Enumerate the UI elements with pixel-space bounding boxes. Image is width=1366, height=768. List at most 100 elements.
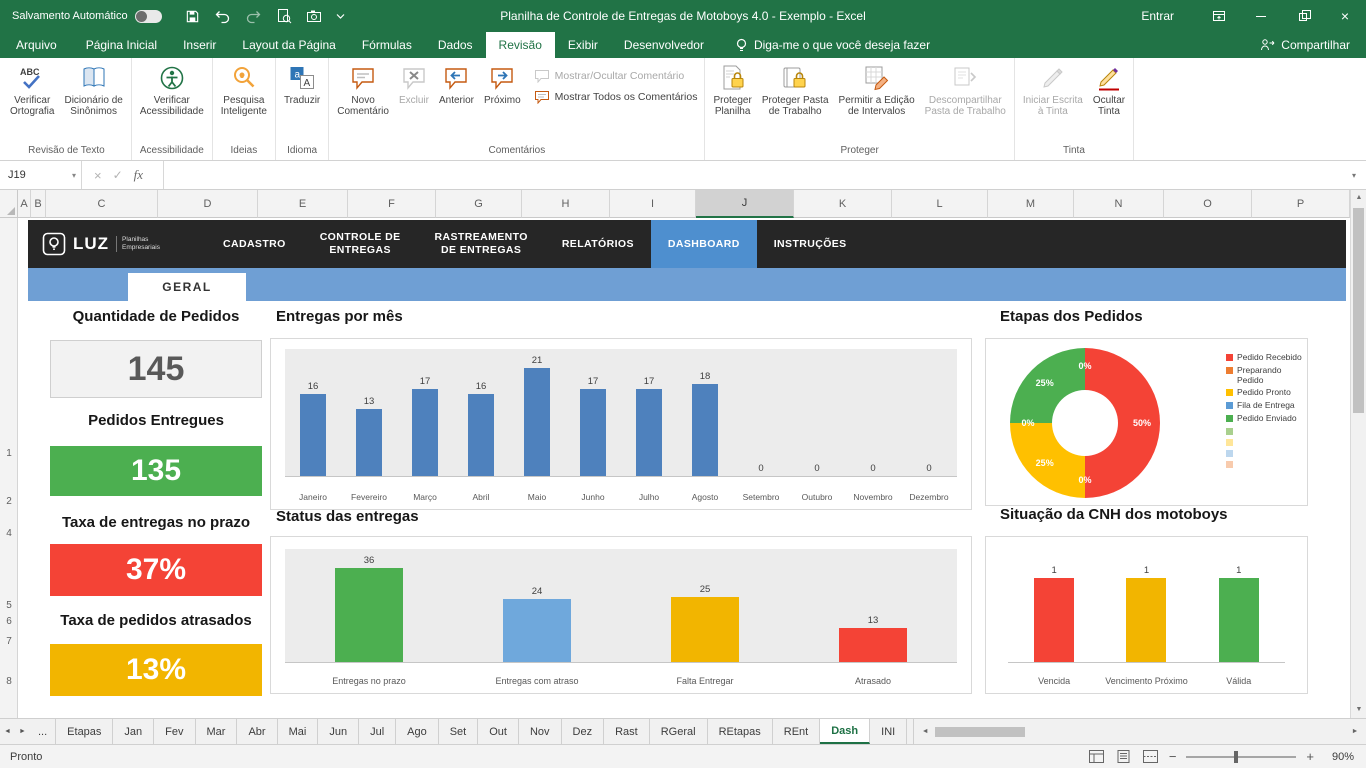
sheet-tab-jun[interactable]: Jun <box>318 719 359 744</box>
column-header-a[interactable]: A <box>18 190 31 218</box>
zoom-out-button[interactable]: − <box>1169 749 1177 764</box>
name-box-chevron-icon[interactable]: ▾ <box>72 171 76 180</box>
ribbon-tab-layout-da-pagina[interactable]: Layout da Página <box>229 32 348 58</box>
page-layout-view-button[interactable] <box>1115 749 1132 764</box>
sheet-tab-mar[interactable]: Mar <box>196 719 238 744</box>
column-header-g[interactable]: G <box>436 190 522 218</box>
ribbon-button-verificar-ortografia[interactable]: ABCVerificar Ortografia <box>5 59 59 120</box>
column-header-c[interactable]: C <box>46 190 158 218</box>
scroll-right-icon[interactable]: ► <box>1347 728 1363 735</box>
ribbon-tab-pagina-inicial[interactable]: Página Inicial <box>73 32 170 58</box>
minimize-button[interactable] <box>1240 0 1282 32</box>
share-button[interactable]: Compartilhar <box>1260 32 1366 58</box>
save-icon[interactable] <box>185 9 200 24</box>
row-header-2[interactable]: 2 <box>0 496 18 507</box>
sheet-tab-jul[interactable]: Jul <box>359 719 396 744</box>
sign-in-button[interactable]: Entrar <box>1117 9 1198 23</box>
sheet-tab-ago[interactable]: Ago <box>396 719 439 744</box>
row-header-6[interactable]: 6 <box>0 616 18 627</box>
autosave-toggle[interactable] <box>135 10 162 23</box>
zoom-level[interactable]: 90% <box>1324 751 1354 763</box>
zoom-in-button[interactable]: + <box>1306 749 1314 764</box>
sheet-tab-abr[interactable]: Abr <box>237 719 277 744</box>
ribbon-button-anterior[interactable]: Anterior <box>434 59 479 109</box>
sheet-tab-dash[interactable]: Dash <box>820 719 870 744</box>
ribbon-button-pesquisa-inteligente[interactable]: Pesquisa Inteligente <box>216 59 272 120</box>
sheet-tab-nov[interactable]: Nov <box>519 719 562 744</box>
nav-item-instrucoes[interactable]: INSTRUÇÕES <box>757 220 864 268</box>
ribbon-button-mostrar-todos-os-comentarios[interactable]: Mostrar Todos os Comentários <box>534 90 698 104</box>
tab-splitter[interactable] <box>907 719 914 744</box>
vertical-scroll-thumb[interactable] <box>1353 208 1364 413</box>
row-header-8[interactable]: 8 <box>0 676 18 687</box>
column-header-l[interactable]: L <box>892 190 988 218</box>
ribbon-tab-inserir[interactable]: Inserir <box>170 32 229 58</box>
column-header-j[interactable]: J <box>696 190 794 218</box>
column-header-f[interactable]: F <box>348 190 436 218</box>
row-header-4[interactable]: 4 <box>0 528 18 539</box>
select-all-corner[interactable] <box>0 190 18 218</box>
normal-view-button[interactable] <box>1088 749 1105 764</box>
sheet-tab-overflow[interactable]: ... <box>30 719 56 744</box>
sheet-tab-jan[interactable]: Jan <box>113 719 154 744</box>
sheet-tab-rgeral[interactable]: RGeral <box>650 719 708 744</box>
ribbon-button-proteger-pasta-de-trabalho[interactable]: Proteger Pasta de Trabalho <box>757 59 834 120</box>
vertical-scrollbar[interactable]: ▲ ▼ <box>1350 190 1366 718</box>
ribbon-tab-revisao[interactable]: Revisão <box>486 32 555 58</box>
page-break-view-button[interactable] <box>1142 749 1159 764</box>
insert-function-icon[interactable]: fx <box>134 167 143 183</box>
ribbon-tab-exibir[interactable]: Exibir <box>555 32 611 58</box>
ribbon-button-dicionario-de-sinonimos[interactable]: Dicionário de Sinônimos <box>59 59 127 120</box>
nav-item-controle-de-entregas[interactable]: CONTROLE DE ENTREGAS <box>303 220 418 268</box>
column-header-m[interactable]: M <box>988 190 1074 218</box>
sheet-nav-left-icon[interactable]: ◄ <box>0 719 15 744</box>
sheet-tab-rent[interactable]: REnt <box>773 719 820 744</box>
formula-bar-expand-icon[interactable]: ▾ <box>1342 161 1366 189</box>
scroll-up-icon[interactable]: ▲ <box>1351 190 1366 206</box>
sheet-nav-right-icon[interactable]: ► <box>15 719 30 744</box>
nav-item-rastreamento-de-entregas[interactable]: RASTREAMENTO DE ENTREGAS <box>418 220 545 268</box>
sheet-tab-dez[interactable]: Dez <box>562 719 605 744</box>
zoom-slider[interactable] <box>1186 756 1296 758</box>
column-header-b[interactable]: B <box>31 190 46 218</box>
sheet-tab-rast[interactable]: Rast <box>604 719 650 744</box>
sheet-tab-retapas[interactable]: REtapas <box>708 719 773 744</box>
column-header-n[interactable]: N <box>1074 190 1164 218</box>
ribbon-display-options-icon[interactable] <box>1198 0 1240 32</box>
ribbon-button-proximo[interactable]: Próximo <box>479 59 526 109</box>
sheet-tab-ini[interactable]: INI <box>870 719 907 744</box>
horizontal-scroll-thumb[interactable] <box>935 727 1025 737</box>
column-header-d[interactable]: D <box>158 190 258 218</box>
ribbon-button-ocultar-tinta[interactable]: Ocultar Tinta <box>1088 59 1130 120</box>
ribbon-tab-formulas[interactable]: Fórmulas <box>349 32 425 58</box>
row-header-7[interactable]: 7 <box>0 636 18 647</box>
print-preview-icon[interactable] <box>276 8 292 24</box>
restore-button[interactable] <box>1282 0 1324 32</box>
ribbon-button-permitir-a-edicao-de-intervalos[interactable]: Permitir a Edição de Intervalos <box>834 59 920 120</box>
tell-me-box[interactable]: Diga-me o que você deseja fazer <box>735 32 930 58</box>
ribbon-tab-arquivo[interactable]: Arquivo <box>0 32 73 58</box>
ribbon-button-verificar-acessibilidade[interactable]: Verificar Acessibilidade <box>135 59 209 120</box>
ribbon-button-novo-comentario[interactable]: Novo Comentário <box>332 59 394 120</box>
column-header-k[interactable]: K <box>794 190 892 218</box>
ribbon-tab-desenvolvedor[interactable]: Desenvolvedor <box>611 32 717 58</box>
close-button[interactable]: × <box>1324 0 1366 32</box>
column-header-i[interactable]: I <box>610 190 696 218</box>
camera-icon[interactable] <box>306 9 322 23</box>
column-header-e[interactable]: E <box>258 190 348 218</box>
ribbon-button-proteger-planilha[interactable]: Proteger Planilha <box>708 59 756 120</box>
subtab-geral[interactable]: GERAL <box>128 273 246 301</box>
nav-item-dashboard[interactable]: DASHBOARD <box>651 220 757 268</box>
ribbon-tab-dados[interactable]: Dados <box>425 32 486 58</box>
sheet-tab-set[interactable]: Set <box>439 719 479 744</box>
scroll-down-icon[interactable]: ▼ <box>1351 702 1366 718</box>
horizontal-scrollbar[interactable]: ◄ ► <box>914 719 1366 744</box>
formula-input[interactable] <box>164 161 1342 189</box>
sheet-tab-out[interactable]: Out <box>478 719 519 744</box>
scroll-left-icon[interactable]: ◄ <box>917 728 933 735</box>
sheet-tab-fev[interactable]: Fev <box>154 719 195 744</box>
sheet-tab-etapas[interactable]: Etapas <box>56 719 113 744</box>
name-box[interactable]: J19 ▾ <box>0 161 82 189</box>
nav-item-relatorios[interactable]: RELATÓRIOS <box>545 220 651 268</box>
zoom-slider-thumb[interactable] <box>1234 751 1238 763</box>
